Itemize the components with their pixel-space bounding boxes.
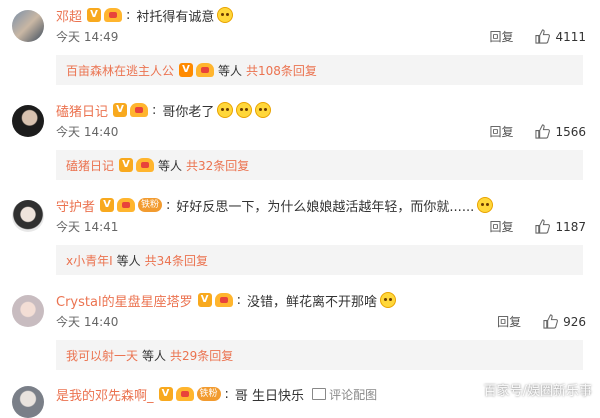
comment-text: 哥 生日快乐: [234, 388, 305, 404]
comment-time: 今天 14:41: [56, 220, 119, 234]
replies-total-link[interactable]: 共29条回复: [170, 347, 233, 364]
smile-emoji-icon: [379, 292, 396, 308]
reply-button[interactable]: 回复: [497, 313, 521, 330]
v-badge-icon: V: [87, 8, 102, 22]
reply-button[interactable]: 回复: [489, 28, 513, 45]
reply-username[interactable]: 磕猪日记: [66, 157, 114, 174]
like-count: 926: [563, 314, 586, 329]
thumbs-up-icon[interactable]: [535, 124, 551, 139]
smile-emoji-icon: [477, 197, 494, 213]
v-badge-icon: V: [119, 158, 134, 172]
colon: :: [224, 386, 229, 402]
v-badge-icon: V: [100, 198, 115, 212]
thumbs-up-icon[interactable]: [535, 219, 551, 234]
smile-emoji-icon: [217, 7, 234, 23]
fan-badge: 铁粉: [138, 198, 163, 212]
colon: :: [166, 197, 171, 213]
v-badge-icon: V: [179, 63, 194, 77]
colon: :: [152, 102, 157, 118]
comment-image-label: 评论配图: [329, 387, 378, 402]
username-link[interactable]: 是我的邓先森啊_: [56, 385, 154, 404]
comment-text: 没错，鲜花离不开那啥: [246, 294, 377, 310]
reply-username[interactable]: 百亩森林在逃主人公: [66, 62, 174, 79]
username-link[interactable]: Crystal的星盘星座塔罗: [56, 291, 193, 310]
comment-image-link[interactable]: 评论配图: [312, 386, 377, 403]
comment-header: 是我的邓先森啊_ V 铁粉 : 哥 生日快乐 评论配图: [56, 385, 377, 404]
replies-total-link[interactable]: 共32条回复: [186, 157, 249, 174]
reply-button[interactable]: 回复: [489, 123, 513, 140]
comment-text: 哥你老了: [162, 104, 215, 120]
comment-time: 今天 14:49: [56, 30, 119, 44]
like-count: 1187: [555, 219, 586, 234]
thumbs-up-icon[interactable]: [535, 29, 551, 44]
smile-emoji-icon: [255, 102, 272, 118]
vip-crown-icon: [136, 158, 155, 172]
reply-button[interactable]: 回复: [489, 218, 513, 235]
comment-header: 守护者 V 铁粉 : 好好反思一下，为什么娘娘越活越年轻，而你就......: [56, 196, 494, 215]
replies-total-link[interactable]: 共108条回复: [246, 62, 317, 79]
colon: :: [126, 7, 131, 23]
v-badge-icon: V: [197, 293, 212, 307]
vip-crown-icon: [130, 103, 149, 117]
avatar[interactable]: [12, 295, 44, 327]
colon: :: [236, 292, 241, 308]
comment-actions: 回复 1187: [489, 218, 586, 235]
vip-crown-icon: [196, 63, 215, 77]
replies-box[interactable]: 磕猪日记 V 等人 共32条回复: [56, 150, 583, 180]
v-badge-icon: V: [113, 103, 128, 117]
comment-actions: 回复 1566: [489, 123, 586, 140]
comment-header: 磕猪日记 V : 哥你老了: [56, 101, 272, 120]
comment-actions: 回复 926: [497, 313, 586, 330]
reply-username[interactable]: x小青年I: [66, 252, 113, 269]
comment-header: Crystal的星盘星座塔罗 V : 没错，鲜花离不开那啥: [56, 291, 396, 310]
vip-crown-icon: [175, 387, 194, 401]
like-count: 1566: [555, 124, 586, 139]
v-badge-icon: V: [158, 387, 173, 401]
comment-time: 今天 14:40: [56, 125, 119, 139]
avatar[interactable]: [12, 105, 44, 137]
vip-crown-icon: [117, 198, 136, 212]
comment-actions: 回复 4111: [489, 28, 586, 45]
replies-box[interactable]: 我可以射一天 等人 共29条回复: [56, 340, 583, 370]
comment-text: 衬托得有诚意: [136, 9, 215, 25]
username-link[interactable]: 邓超: [56, 6, 82, 25]
avatar[interactable]: [12, 386, 44, 418]
replies-box[interactable]: x小青年I 等人 共34条回复: [56, 245, 583, 275]
like-count: 4111: [555, 29, 586, 44]
comment-text: 好好反思一下，为什么娘娘越活越年轻，而你就......: [176, 199, 475, 215]
watermark: 百家号/娱圈新乐事: [483, 384, 592, 399]
smile-emoji-icon: [217, 102, 234, 118]
avatar[interactable]: [12, 10, 44, 42]
vip-crown-icon: [214, 293, 233, 307]
replies-mid-text: 等人: [142, 348, 167, 363]
replies-mid-text: 等人: [116, 253, 141, 268]
replies-box[interactable]: 百亩森林在逃主人公 V 等人 共108条回复: [56, 55, 583, 85]
username-link[interactable]: 守护者: [56, 196, 95, 215]
reply-username[interactable]: 我可以射一天: [66, 347, 138, 364]
comment-time: 今天 14:40: [56, 315, 119, 329]
comment-header: 邓超 V : 衬托得有诚意: [56, 6, 234, 25]
thumbs-up-icon[interactable]: [543, 314, 559, 329]
replies-mid-text: 等人: [218, 63, 243, 78]
fan-badge: 铁粉: [196, 387, 221, 401]
image-icon: [312, 387, 327, 400]
replies-total-link[interactable]: 共34条回复: [145, 252, 208, 269]
replies-mid-text: 等人: [158, 158, 183, 173]
vip-crown-icon: [104, 8, 123, 22]
username-link[interactable]: 磕猪日记: [56, 101, 108, 120]
smile-emoji-icon: [236, 102, 253, 118]
avatar[interactable]: [12, 200, 44, 232]
